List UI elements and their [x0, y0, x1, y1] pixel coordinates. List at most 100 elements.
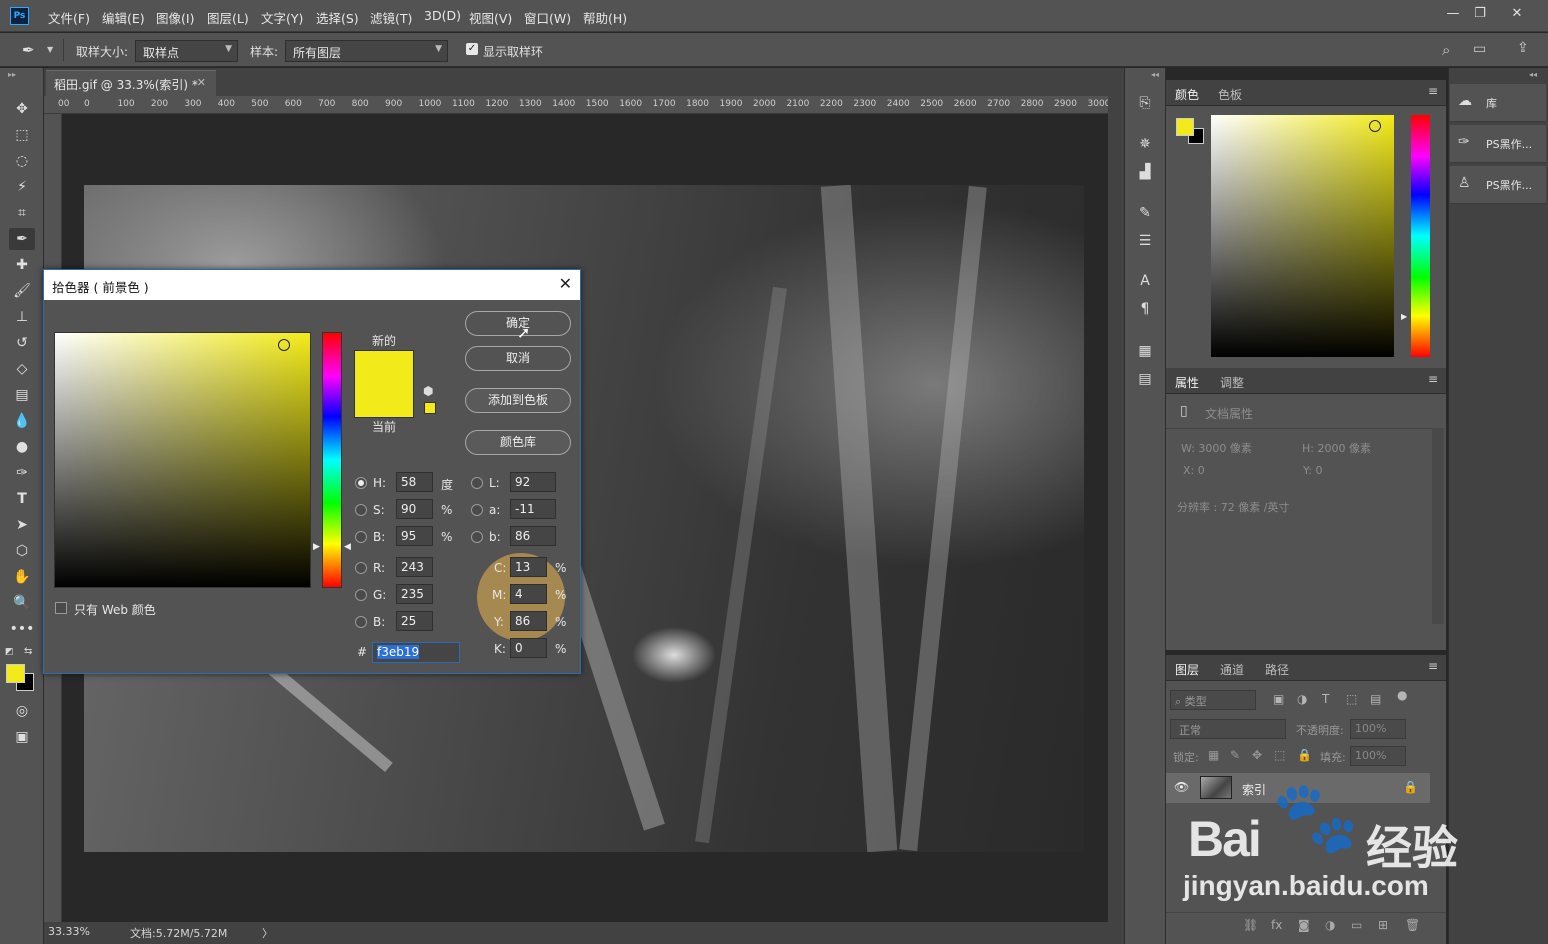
hue-input[interactable]: 58: [396, 472, 433, 492]
more-tools-icon[interactable]: •••: [9, 618, 35, 640]
eye-icon[interactable]: 👁: [1174, 780, 1189, 794]
history-brush-tool-icon[interactable]: ↺: [9, 332, 35, 354]
collapse-icon[interactable]: ◂◂: [1151, 70, 1159, 79]
tab-adjustments[interactable]: 调整: [1220, 374, 1244, 391]
marquee-tool-icon[interactable]: ⬚: [9, 124, 35, 146]
layer-style-icon[interactable]: fx: [1271, 918, 1282, 932]
default-colors-icon[interactable]: ◩: [5, 647, 14, 657]
restore-icon[interactable]: ❐: [1466, 4, 1494, 24]
magic-wand-tool-icon[interactable]: ⚡: [9, 176, 35, 198]
type-filter-icon[interactable]: T: [1322, 692, 1329, 706]
eraser-tool-icon[interactable]: ◇: [9, 358, 35, 380]
shape-tool-icon[interactable]: ⬡: [9, 540, 35, 562]
brush-settings-icon[interactable]: ✎: [1134, 202, 1156, 224]
sample-size-select[interactable]: 取样点 ▼: [135, 40, 238, 62]
layer-name[interactable]: 索引: [1242, 781, 1266, 798]
paragraph-panel-icon[interactable]: ¶: [1134, 298, 1156, 320]
tab-properties[interactable]: 属性: [1175, 374, 1199, 391]
actions-panel-icon[interactable]: ▦: [1134, 340, 1156, 362]
menu-layer[interactable]: 图层(L): [207, 8, 249, 27]
zoom-tool-icon[interactable]: 🔍: [9, 592, 35, 614]
gradient-tool-icon[interactable]: ▤: [9, 384, 35, 406]
tab-layers[interactable]: 图层: [1175, 661, 1199, 678]
menu-edit[interactable]: 编辑(E): [102, 8, 145, 27]
adjustment-filter-icon[interactable]: ◑: [1297, 692, 1307, 706]
menu-type[interactable]: 文字(Y): [261, 8, 303, 27]
green-input[interactable]: 235: [396, 584, 433, 604]
lock-pixels-icon[interactable]: ✎: [1230, 748, 1240, 762]
hue-radio[interactable]: [355, 477, 367, 489]
panel-menu-icon[interactable]: ≡: [1428, 84, 1438, 98]
close-tab-icon[interactable]: ✕: [197, 76, 206, 89]
notes-panel-icon[interactable]: ▤: [1134, 368, 1156, 390]
close-icon[interactable]: ✕: [1503, 4, 1531, 24]
history-panel-icon[interactable]: ⎘: [1134, 92, 1156, 114]
hex-input[interactable]: f3eb19: [372, 642, 460, 663]
menu-select[interactable]: 选择(S): [316, 8, 359, 27]
new-adjustment-icon[interactable]: ◑: [1325, 918, 1335, 932]
red-input[interactable]: 243: [396, 557, 433, 577]
hue-slider-left-arrow-icon[interactable]: ▶: [313, 542, 320, 552]
blend-mode-select[interactable]: 正常: [1170, 719, 1286, 739]
black-input[interactable]: 0: [510, 638, 547, 658]
properties-scrollbar[interactable]: [1432, 428, 1444, 624]
yellow-input[interactable]: 86: [510, 611, 547, 631]
pen-tool-icon[interactable]: ✑: [9, 462, 35, 484]
healing-brush-tool-icon[interactable]: ✚: [9, 254, 35, 276]
hue-slider-right-arrow-icon[interactable]: ◀: [344, 542, 351, 552]
cancel-button[interactable]: 取消: [465, 346, 571, 371]
screen-mode-icon[interactable]: ▣: [9, 726, 35, 748]
shape-filter-icon[interactable]: ⬚: [1346, 692, 1357, 706]
lock-position-icon[interactable]: ✥: [1252, 748, 1262, 762]
menu-view[interactable]: 视图(V): [469, 8, 512, 27]
status-menu-arrow[interactable]: 〉: [262, 925, 273, 941]
tool-preset-item[interactable]: ✑ PS黑作...: [1450, 125, 1546, 163]
foreground-color-swatch[interactable]: [6, 664, 25, 683]
minimize-icon[interactable]: —: [1439, 4, 1467, 24]
dialog-titlebar[interactable]: 拾色器 ( 前景色 ) ✕: [44, 270, 580, 300]
lab-b-radio[interactable]: [471, 531, 483, 543]
character-panel-icon[interactable]: A: [1134, 270, 1156, 292]
sample-select[interactable]: 所有图层 ▼: [285, 40, 448, 62]
dodge-tool-icon[interactable]: ●: [9, 436, 35, 458]
lock-artboard-icon[interactable]: ⬚: [1274, 748, 1285, 762]
pixel-filter-icon[interactable]: ▣: [1273, 692, 1284, 706]
saturation-input[interactable]: 90: [396, 499, 433, 519]
menu-help[interactable]: 帮助(H): [583, 8, 627, 27]
panel-menu-icon[interactable]: ≡: [1428, 372, 1438, 386]
close-icon[interactable]: ✕: [559, 274, 572, 293]
clone-stamp-tool-icon[interactable]: ⊥: [9, 306, 35, 328]
workspace-icon[interactable]: ▭: [1473, 41, 1486, 57]
color-field-marker[interactable]: [278, 339, 290, 351]
eyedropper-tool-icon[interactable]: ✒: [9, 228, 35, 250]
cyan-input[interactable]: 13: [510, 557, 547, 577]
type-tool-icon[interactable]: T: [9, 488, 35, 510]
lab-l-radio[interactable]: [471, 477, 483, 489]
lab-b-input[interactable]: 86: [510, 526, 556, 546]
show-ring-checkbox[interactable]: ✓: [466, 43, 478, 55]
collapse-icon[interactable]: ▸▸: [8, 70, 16, 79]
lab-a-input[interactable]: -11: [510, 499, 556, 519]
tab-paths[interactable]: 路径: [1265, 661, 1289, 678]
menu-3d[interactable]: 3D(D): [424, 8, 461, 23]
swap-colors-icon[interactable]: ⇆: [24, 646, 32, 657]
blue-input[interactable]: 25: [396, 611, 433, 631]
hand-tool-icon[interactable]: ✋: [9, 566, 35, 588]
new-layer-icon[interactable]: ⊞: [1378, 918, 1388, 932]
gamut-cube-icon[interactable]: ⬢: [423, 384, 433, 398]
web-safe-swatch[interactable]: [424, 402, 436, 414]
panel-menu-icon[interactable]: ≡: [1428, 659, 1438, 673]
tab-swatches[interactable]: 色板: [1218, 86, 1242, 103]
filter-toggle-icon[interactable]: ●: [1397, 688, 1407, 702]
tab-color[interactable]: 颜色: [1175, 86, 1199, 103]
hue-pointer-icon[interactable]: ▶: [1401, 312, 1407, 321]
add-mask-icon[interactable]: ◙: [1298, 918, 1310, 932]
menu-image[interactable]: 图像(I): [156, 8, 194, 27]
libraries-item[interactable]: ☁ 库: [1450, 84, 1546, 122]
document-tab[interactable]: 稻田.gif @ 33.3%(索引) * ✕: [46, 70, 216, 96]
smart-object-filter-icon[interactable]: ▤: [1370, 692, 1381, 706]
blue-radio[interactable]: [355, 616, 367, 628]
menu-filter[interactable]: 滤镜(T): [370, 8, 412, 27]
add-to-swatches-button[interactable]: 添加到色板: [465, 388, 571, 413]
move-tool-icon[interactable]: ✥: [9, 98, 35, 120]
